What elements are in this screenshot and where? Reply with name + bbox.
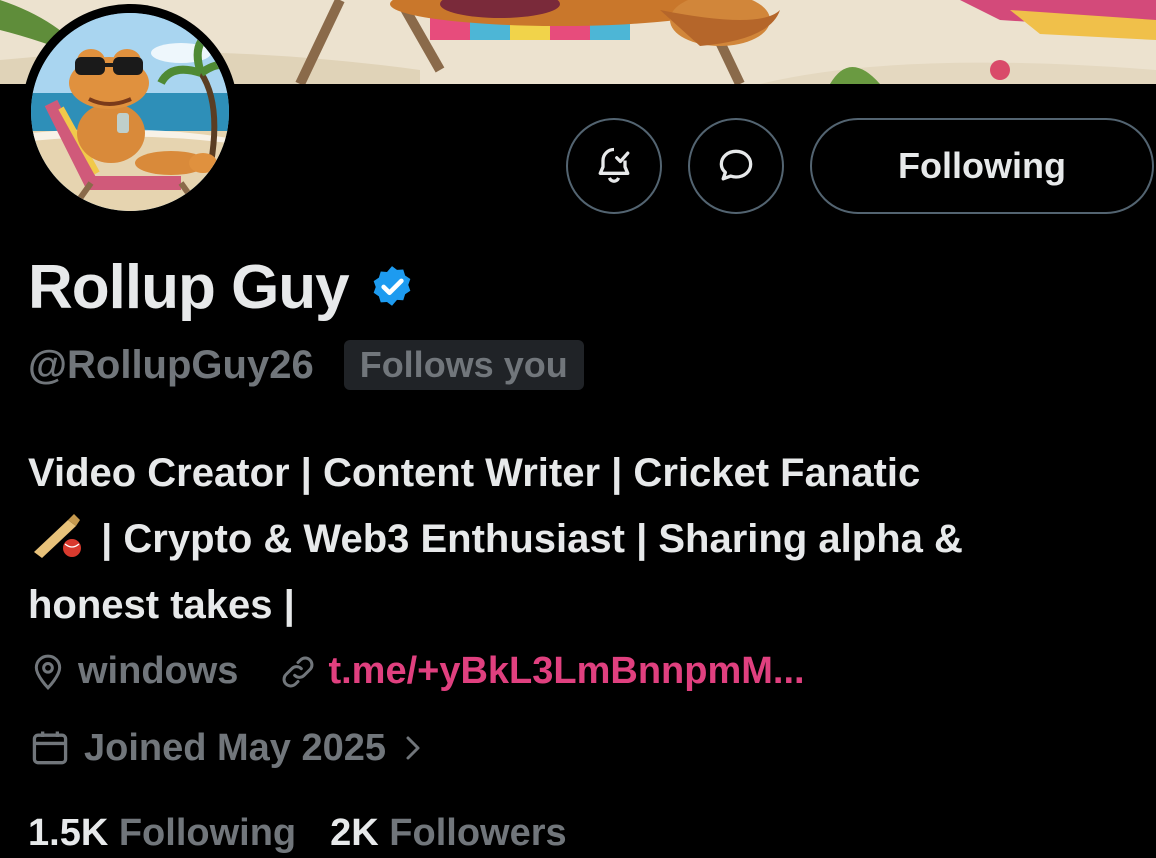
chevron-right-icon [406, 736, 420, 760]
verified-badge-icon[interactable] [367, 263, 417, 313]
chat-bubble-icon [719, 149, 753, 181]
joined-row[interactable]: Joined May 2025 [28, 726, 428, 770]
calendar-icon [32, 731, 68, 765]
profile-meta: windows t.me/+yBkL3LmBnnpmM... [28, 650, 805, 693]
profile-actions: Following [566, 118, 1154, 214]
avatar-image [31, 13, 229, 211]
following-button[interactable]: Following [810, 118, 1154, 214]
followers-number: 2K [330, 812, 379, 854]
following-count[interactable]: 1.5K Following [28, 812, 296, 855]
website-link[interactable]: t.me/+yBkL3LmBnnpmM... [328, 650, 804, 693]
following-label: Following [118, 812, 297, 854]
bio-line: Video Creator | Content Writer | Cricket… [28, 451, 921, 495]
link-icon [283, 656, 314, 687]
display-name: Rollup Guy [28, 253, 350, 322]
location-text: windows [78, 650, 239, 692]
location-pin-icon [34, 654, 62, 690]
handle-row: @RollupGuy26 Follows you [28, 340, 584, 390]
cricket-bat-icon [34, 514, 81, 558]
message-button[interactable] [688, 118, 784, 214]
bell-check-icon [598, 147, 630, 183]
notifications-button[interactable] [566, 118, 662, 214]
username-handle: @RollupGuy26 [28, 342, 314, 387]
profile-bio: Video Creator | Content Writer | Cricket… [28, 440, 1138, 638]
location-item: windows [28, 650, 238, 693]
joined-date: Joined May 2025 [84, 726, 387, 769]
followers-count[interactable]: 2K Followers [330, 812, 567, 855]
following-number: 1.5K [28, 812, 109, 854]
followers-label: Followers [389, 812, 567, 854]
profile-avatar[interactable] [22, 4, 238, 220]
display-name-row: Rollup Guy [28, 252, 417, 323]
bio-line: | Crypto & Web3 Enthusiast | Sharing alp… [28, 506, 1138, 572]
bio-text: | Crypto & Web3 Enthusiast | Sharing alp… [90, 517, 963, 561]
follows-you-badge: Follows you [343, 340, 584, 390]
bio-line: honest takes | [28, 583, 295, 627]
follow-counts: 1.5K Following 2K Followers [28, 812, 567, 855]
website-item[interactable]: t.me/+yBkL3LmBnnpmM... [278, 650, 805, 693]
